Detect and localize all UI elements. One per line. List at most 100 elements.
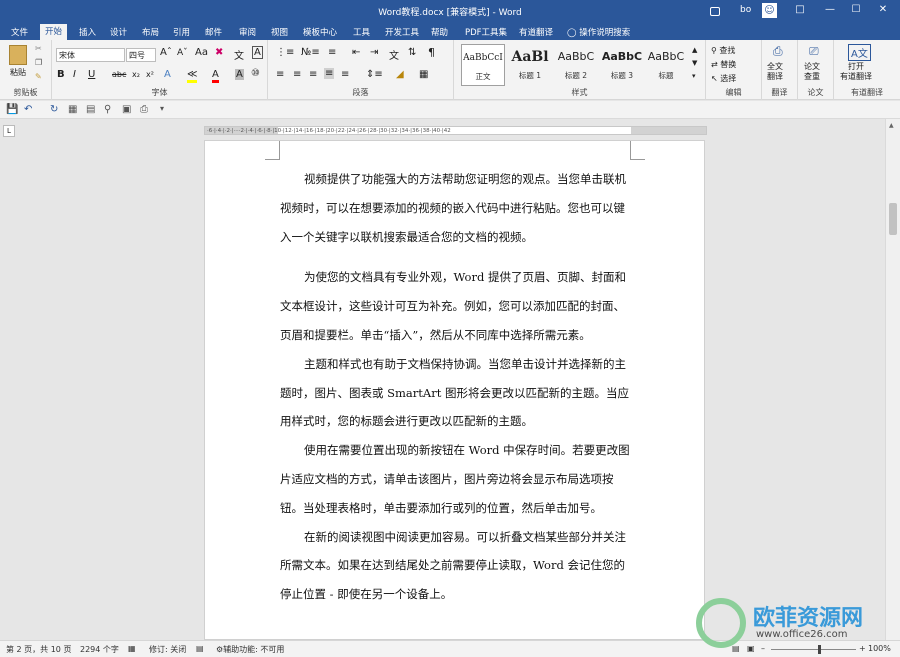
borders-icon[interactable]: ▦ (419, 69, 428, 80)
tab-review[interactable]: 审阅 (234, 25, 261, 40)
quick-print-icon[interactable]: ⎙ (140, 104, 148, 115)
font-color-icon[interactable]: A (212, 69, 219, 83)
tab-insert[interactable]: 插入 (74, 25, 101, 40)
proofing-icon[interactable]: ▦ (128, 644, 136, 653)
save-icon[interactable]: 💾 (6, 104, 18, 115)
phonetic-guide-icon[interactable]: 文 (234, 47, 244, 62)
paragraph[interactable]: 视频提供了功能强大的方法帮助您证明您的观点。当您单击联机视频时，可以在想要添加的… (280, 165, 632, 251)
shrink-font-icon[interactable]: Aˇ (177, 48, 188, 58)
increase-indent-icon[interactable]: ⇥ (370, 47, 378, 58)
style-heading1[interactable]: AaBl 标题 1 (508, 44, 552, 86)
distributed-icon[interactable]: ≡ (341, 69, 349, 80)
user-name[interactable]: bo (740, 5, 751, 15)
replace-button[interactable]: ⇄ 替换 (711, 59, 736, 70)
underline-icon[interactable]: U (88, 69, 95, 80)
paragraph[interactable]: 主题和样式也有助于文档保持协调。当您单击设计并选择新的主题时，图片、图表或 Sm… (280, 350, 632, 436)
numbering-icon[interactable]: №≡ (301, 47, 320, 58)
justify-icon[interactable]: ≡ (324, 68, 335, 79)
align-center-icon[interactable]: ≡ (293, 69, 301, 80)
subscript-icon[interactable]: x₂ (132, 70, 140, 79)
format-painter-icon[interactable]: ✎ (35, 72, 42, 81)
page-count[interactable]: 第 2 页，共 10 页 (6, 644, 71, 655)
zoom-page-icon[interactable]: ⚲ (104, 104, 111, 115)
tab-home[interactable]: 开始 (40, 24, 68, 40)
select-button[interactable]: ↖ 选择 (711, 73, 736, 84)
vertical-scrollbar[interactable]: ▲ (885, 119, 900, 640)
font-size-select[interactable]: 四号 (126, 48, 156, 62)
strikethrough-icon[interactable]: abc (112, 70, 126, 79)
styles-scroll-down-icon[interactable]: ▼ (692, 59, 697, 67)
tab-tell-me[interactable]: ◯ 操作说明搜索 (562, 25, 635, 40)
tab-help[interactable]: 帮助 (426, 25, 453, 40)
char-shading-icon[interactable]: A (235, 69, 244, 80)
find-button[interactable]: ⚲ 查找 (711, 45, 735, 56)
translate-doc-icon[interactable]: ⎙ (773, 44, 783, 59)
text-effects-icon[interactable]: A (164, 69, 171, 80)
redo-icon[interactable]: ↻ (50, 104, 58, 115)
undo-icon[interactable]: ↶ (24, 104, 32, 115)
style-title[interactable]: AaBbC 标题 (646, 44, 686, 86)
minimize-button[interactable]: — (817, 0, 843, 22)
cut-icon[interactable]: ✂ (35, 44, 42, 53)
superscript-icon[interactable]: x² (146, 70, 154, 79)
copy-icon[interactable]: ❐ (35, 58, 42, 67)
tab-references[interactable]: 引用 (168, 25, 195, 40)
open-youdao-button[interactable]: 打开 有道翻译 (840, 62, 872, 82)
revision-status[interactable]: 修订: 关闭 (149, 644, 186, 655)
styles-scroll-up-icon[interactable]: ▲ (692, 46, 697, 54)
ribbon-display-icon[interactable] (710, 7, 720, 16)
font-name-select[interactable]: 宋体 (56, 48, 125, 62)
style-heading3[interactable]: AaBbC 标题 3 (600, 44, 644, 86)
paper-check-icon[interactable]: ⎚ (809, 44, 819, 59)
scroll-thumb[interactable] (889, 203, 897, 235)
tab-tools[interactable]: 工具 (348, 25, 375, 40)
full-translate-button[interactable]: 全文 翻译 (767, 62, 783, 82)
user-area[interactable]: bo ☺ (710, 2, 780, 20)
chinese-layout-icon[interactable]: 文 (389, 47, 399, 62)
enclose-char-icon[interactable]: ⑩ (251, 68, 260, 79)
clear-format-icon[interactable]: ✖ (215, 47, 223, 58)
paste-icon[interactable] (9, 45, 27, 65)
document-page[interactable]: 视频提供了功能强大的方法帮助您证明您的观点。当您单击联机视频时，可以在想要添加的… (204, 140, 705, 640)
sort-icon[interactable]: ⇅ (408, 47, 416, 58)
style-normal[interactable]: AaBbCcI 正文 (461, 44, 505, 86)
paragraph[interactable]: 使用在需要位置出现的新按钮在 Word 中保存时间。若要更改图片适应文档的方式，… (280, 436, 632, 522)
avatar[interactable]: ☺ (762, 3, 777, 18)
align-right-icon[interactable]: ≡ (309, 69, 317, 80)
line-spacing-icon[interactable]: ⇕≡ (366, 69, 383, 80)
tab-pdf-tools[interactable]: PDF工具集 (460, 25, 512, 40)
word-count[interactable]: 2294 个字 (80, 644, 119, 655)
paste-button[interactable]: 粘贴 (10, 67, 26, 78)
bold-icon[interactable]: B (57, 69, 65, 80)
scroll-up-icon[interactable]: ▲ (889, 122, 894, 129)
change-case-icon[interactable]: Aa (195, 47, 208, 58)
bullets-icon[interactable]: ⋮≡ (276, 47, 294, 58)
paragraph[interactable]: 为使您的文档具有专业外观，Word 提供了页眉、页脚、封面和文本框设计，这些设计… (280, 263, 632, 349)
youdao-icon[interactable]: A文 (848, 44, 871, 61)
print-layout-icon[interactable]: ▦ (68, 104, 77, 115)
char-border-icon[interactable]: A (252, 46, 263, 59)
tab-layout[interactable]: 布局 (137, 25, 164, 40)
horizontal-ruler[interactable]: ·6·|·4·|·2·|····2·|·4·|·6·|·8·|10·|12·|1… (204, 126, 707, 135)
close-button[interactable]: ✕ (870, 0, 896, 22)
shading-icon[interactable]: ◢ (396, 69, 404, 80)
document-body[interactable]: 视频提供了功能强大的方法帮助您证明您的观点。当您单击联机视频时，可以在想要添加的… (280, 165, 632, 609)
maximize-button[interactable]: ☐ (843, 0, 869, 22)
grow-font-icon[interactable]: Aˆ (160, 47, 172, 58)
print-preview-icon[interactable]: ▤ (86, 104, 95, 115)
tab-mailings[interactable]: 邮件 (200, 25, 227, 40)
tab-design[interactable]: 设计 (105, 25, 132, 40)
customize-qat-icon[interactable]: ▾ (160, 104, 164, 113)
tab-selector-icon[interactable]: L (3, 125, 15, 137)
tab-template-center[interactable]: 模板中心 (298, 25, 342, 40)
decrease-indent-icon[interactable]: ⇤ (352, 47, 360, 58)
macro-icon[interactable]: ▤ (196, 644, 204, 653)
align-left-icon[interactable]: ≡ (276, 69, 284, 80)
tab-developer[interactable]: 开发工具 (380, 25, 424, 40)
paste-special-icon[interactable]: ▣ (122, 104, 131, 115)
tab-file[interactable]: 文件 (6, 25, 33, 40)
accessibility-status[interactable]: ⚙辅助功能: 不可用 (216, 644, 284, 655)
paper-check-button[interactable]: 论文 查重 (804, 62, 820, 82)
show-marks-icon[interactable]: ¶ (428, 46, 435, 59)
tab-view[interactable]: 视图 (266, 25, 293, 40)
